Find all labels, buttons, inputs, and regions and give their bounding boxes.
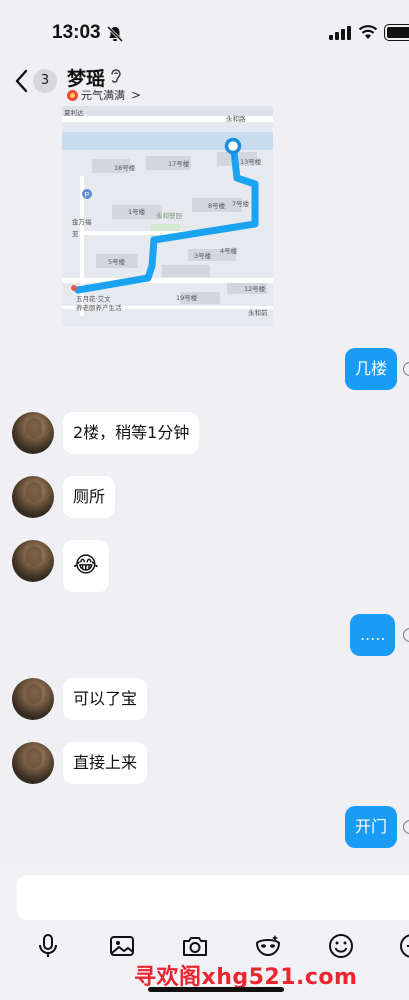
status-text: 元气满满 xyxy=(81,89,125,102)
chat-header: 3 梦瑶 元气满满 > xyxy=(0,60,409,106)
message-bubble-incoming[interactable]: 可以了宝 xyxy=(63,678,148,720)
microphone-icon[interactable] xyxy=(33,931,63,961)
map-label: 夏利达 xyxy=(64,108,84,117)
emoji-icon[interactable] xyxy=(326,931,356,961)
status-bar: 13:03 xyxy=(0,0,409,60)
map-image: P 夏利达 永和路 13号楼 17号楼 18号楼 1号楼 永和警园 8号楼 7号… xyxy=(62,106,273,326)
map-label: 永和前 xyxy=(248,308,268,317)
status-flame-icon xyxy=(67,89,78,101)
more-icon[interactable] xyxy=(397,931,409,961)
map-label: 4号楼 xyxy=(220,246,238,255)
mask-icon[interactable] xyxy=(253,931,283,961)
contact-status[interactable]: 元气满满 > xyxy=(67,87,141,103)
map-label: 五月花·艾文 xyxy=(76,294,111,303)
bell-muted-icon xyxy=(106,25,124,43)
camera-icon[interactable] xyxy=(180,931,210,961)
message-bubble-incoming[interactable]: 😂 xyxy=(63,540,109,592)
map-label: 1号楼 xyxy=(128,207,146,216)
map-label: 12号楼 xyxy=(244,284,266,293)
avatar[interactable] xyxy=(12,742,54,784)
ear-icon xyxy=(111,69,121,83)
message-input[interactable] xyxy=(17,875,409,920)
unread-count-badge[interactable]: 3 xyxy=(33,69,57,93)
message-bubble-incoming[interactable]: 直接上来 xyxy=(63,742,148,784)
map-label: 永和路 xyxy=(226,114,246,123)
avatar[interactable] xyxy=(12,540,54,582)
map-label: 18号楼 xyxy=(114,163,136,172)
message-bubble-outgoing[interactable]: ..... xyxy=(350,614,396,656)
back-chevron-icon[interactable] xyxy=(12,68,32,94)
chevron-right-icon: > xyxy=(131,88,142,102)
map-label: 19号楼 xyxy=(176,293,198,302)
map-label: 5号楼 xyxy=(108,257,126,266)
map-label: 永和警园 xyxy=(156,211,182,220)
map-label: 养老颐养产生活 xyxy=(76,303,122,312)
clock: 13:03 xyxy=(52,22,101,43)
message-bubble-outgoing[interactable]: 几楼 xyxy=(345,348,398,390)
avatar[interactable] xyxy=(12,678,54,720)
avatar[interactable] xyxy=(12,476,54,518)
message-bubble-incoming[interactable]: 2楼，稍等1分钟 xyxy=(63,412,200,454)
read-receipt-icon xyxy=(403,820,409,834)
composer: 寻欢阁xhg521.com xyxy=(0,865,409,1000)
map-label: 7号楼 xyxy=(232,199,250,208)
map-label: 亚 xyxy=(72,230,79,238)
read-receipt-icon xyxy=(403,628,409,642)
read-receipt-icon xyxy=(403,362,409,376)
cellular-signal-icon xyxy=(329,26,351,40)
map-label: 8号楼 xyxy=(208,201,226,210)
home-indicator[interactable] xyxy=(148,987,284,992)
avatar[interactable] xyxy=(12,412,54,454)
image-icon[interactable] xyxy=(107,931,137,961)
message-bubble-incoming[interactable]: 厕所 xyxy=(63,476,116,518)
map-label: 3号楼 xyxy=(194,251,212,260)
location-map-message[interactable]: P 夏利达 永和路 13号楼 17号楼 18号楼 1号楼 永和警园 8号楼 7号… xyxy=(62,106,273,326)
map-label: 17号楼 xyxy=(168,159,190,168)
battery-icon xyxy=(384,24,409,41)
map-label: 金万福 xyxy=(72,217,92,226)
wifi-icon xyxy=(358,25,378,39)
map-label: 13号楼 xyxy=(240,157,262,166)
message-bubble-outgoing[interactable]: 开门 xyxy=(345,806,398,848)
svg-text:P: P xyxy=(85,192,90,199)
